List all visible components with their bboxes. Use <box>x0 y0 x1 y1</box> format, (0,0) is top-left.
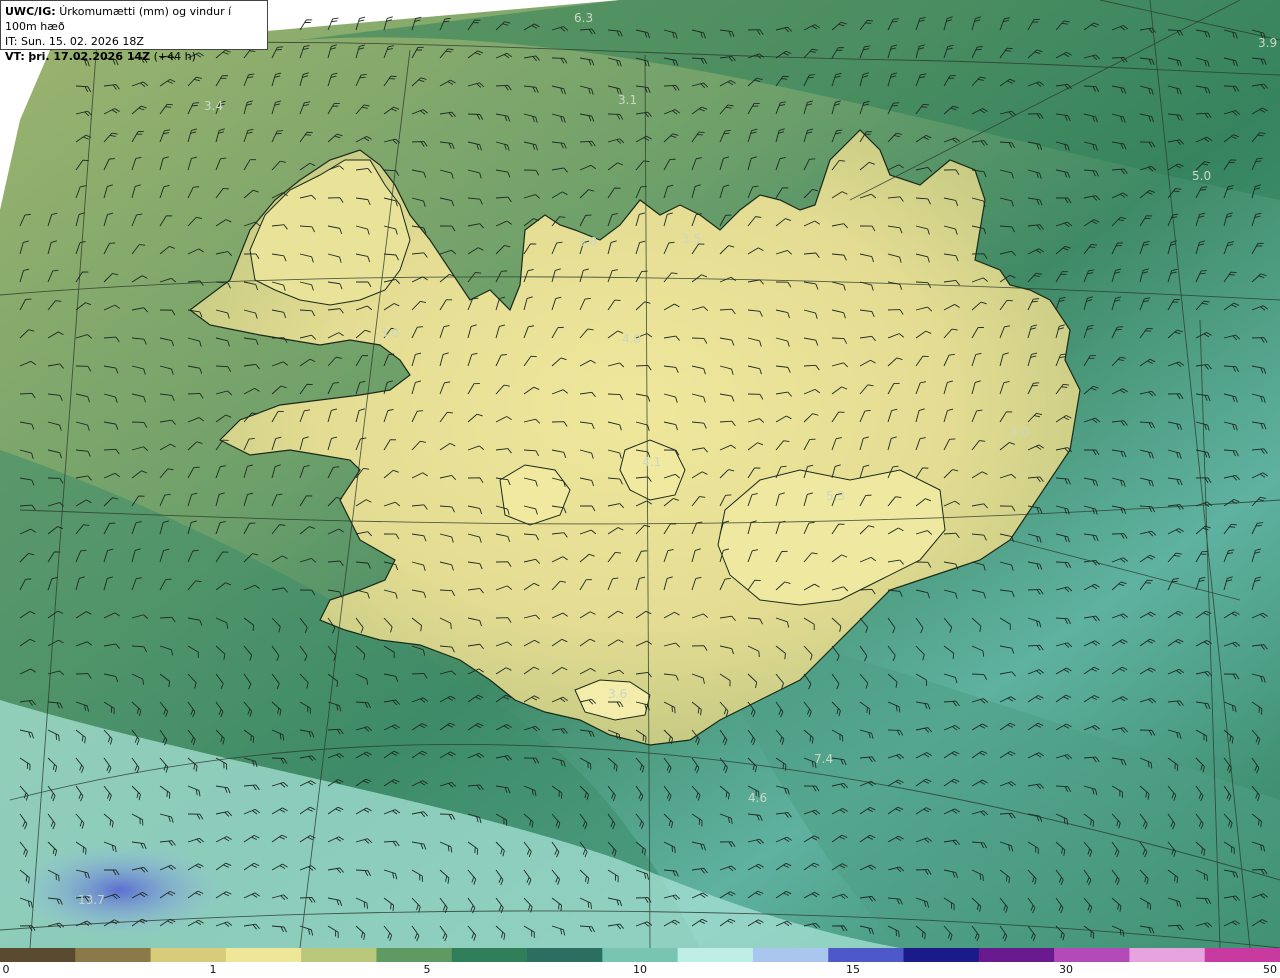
scale-swatch <box>752 948 829 962</box>
precip-value: 4.0 <box>622 332 641 346</box>
precip-value: 5.3 <box>826 489 845 503</box>
model-label: UWC/IG: <box>5 5 56 18</box>
precip-value: 3.4 <box>204 99 223 113</box>
scale-tick-50: 50 <box>1263 963 1277 976</box>
precip-value: 3.9 <box>1258 36 1277 50</box>
map-viewer: 6.3 3.9 3.4 3.1 5.0 3.8 3.5 3.0 4.0 3.0 … <box>0 0 1280 978</box>
forecast-offset: (+44 h) <box>153 50 196 63</box>
scale-tick-15: 15 <box>846 963 860 976</box>
valid-time-label: VT: <box>5 50 25 63</box>
scale-swatch <box>527 948 603 962</box>
scale-swatch <box>0 948 76 962</box>
scale-swatch <box>75 948 152 962</box>
color-scale: 0 1 5 10 15 30 50 <box>0 948 1280 978</box>
precip-value: 3.0 <box>380 326 399 340</box>
precip-value: 13.7 <box>78 893 105 907</box>
scale-swatch <box>150 948 227 962</box>
precip-value: 6.3 <box>574 11 593 25</box>
precip-value: 3.5 <box>682 232 701 246</box>
precip-value: 3.1 <box>618 93 637 107</box>
precip-value: 4.1 <box>642 455 661 469</box>
scale-swatch <box>828 948 905 962</box>
precip-value: 3.6 <box>608 687 627 701</box>
scale-tick-5: 5 <box>423 963 431 976</box>
precip-value: 4.6 <box>748 791 767 805</box>
precip-value: 7.4 <box>814 752 833 766</box>
scale-tick-0: 0 <box>2 963 10 976</box>
scale-swatch <box>376 948 453 962</box>
valid-time: þri. 17.02.2026 14Z <box>28 50 151 63</box>
scale-tick-30: 30 <box>1059 963 1073 976</box>
map-info-box: UWC/IG: Úrkomumætti (mm) og vindur í 100… <box>0 0 268 63</box>
precip-value: 3.0 <box>1010 425 1029 439</box>
title-line: UWC/IG: Úrkomumætti (mm) og vindur í 100… <box>5 4 263 34</box>
scale-swatch <box>451 948 528 962</box>
scale-tick-1: 1 <box>209 963 217 976</box>
color-scale-bar <box>0 948 1280 962</box>
valid-time-line: VT: þri. 17.02.2026 14Z (+44 h) <box>5 49 263 64</box>
precipitation-wind-map: 6.3 3.9 3.4 3.1 5.0 3.8 3.5 3.0 4.0 3.0 … <box>0 0 1280 948</box>
scale-tick-10: 10 <box>633 963 647 976</box>
scale-swatch <box>1204 948 1280 962</box>
scale-swatch <box>677 948 754 962</box>
scale-swatch <box>903 948 980 962</box>
precip-value: 5.0 <box>1192 169 1211 183</box>
precip-value: 3.8 <box>578 235 597 249</box>
scale-swatch <box>1129 948 1206 962</box>
scale-swatch <box>1054 948 1131 962</box>
heavy-precip-area <box>10 840 230 940</box>
scale-swatch <box>225 948 302 962</box>
scale-swatch <box>301 948 378 962</box>
scale-swatch <box>602 948 679 962</box>
scale-swatch <box>978 948 1055 962</box>
initial-time: IT: Sun. 15. 02. 2026 18Z <box>5 35 144 48</box>
